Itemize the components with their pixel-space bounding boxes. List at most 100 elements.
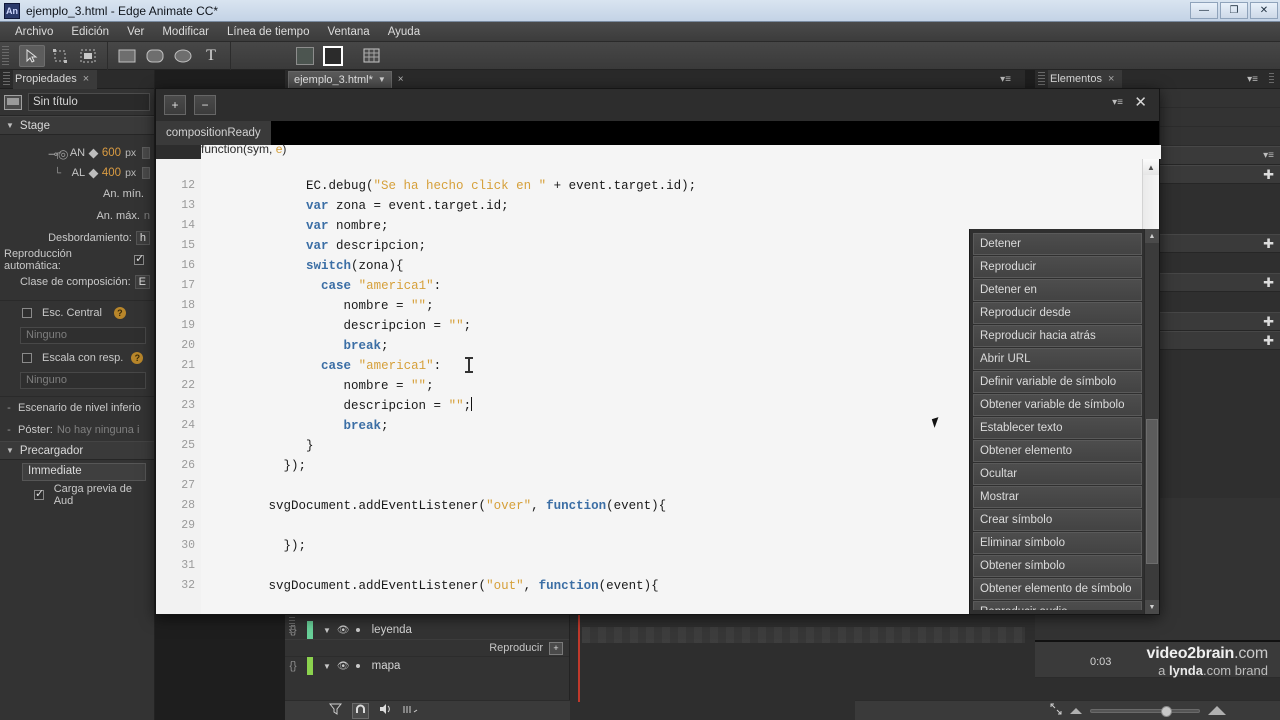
scroll-up-arrow-icon[interactable]: ▲	[1143, 159, 1159, 175]
composition-title-field[interactable]: Sin título	[28, 93, 150, 111]
height-value[interactable]: 400	[102, 167, 121, 179]
playhead[interactable]	[578, 607, 580, 702]
add-action-button[interactable]: +	[164, 95, 186, 115]
action-item[interactable]: Mostrar	[973, 486, 1142, 508]
chevron-down-icon-layer[interactable]: ▼	[323, 626, 331, 635]
section-precargador[interactable]: ▼ Precargador	[0, 441, 154, 460]
eye-icon[interactable]: 👁	[337, 661, 350, 672]
menu-item-ver[interactable]: Ver	[118, 24, 153, 40]
filter-icon[interactable]	[328, 703, 343, 718]
panel-options-icon[interactable]: ▾≡	[1000, 74, 1011, 85]
close-button[interactable]: ✕	[1250, 2, 1278, 19]
braces-icon[interactable]: {}	[285, 660, 301, 672]
grid-icon[interactable]	[403, 704, 419, 718]
panel-grip[interactable]	[3, 72, 10, 86]
poster-row[interactable]: - Póster: No hay ninguna i	[0, 419, 154, 441]
height-toggle-icon[interactable]	[88, 168, 99, 178]
magnet-icon[interactable]	[352, 702, 369, 719]
action-item[interactable]: Detener en	[973, 279, 1142, 301]
selection-tool-button[interactable]	[19, 44, 45, 67]
tab-ejemplo-3-html[interactable]: ejemplo_3.html* ▼	[288, 70, 392, 89]
max-width-value[interactable]: n	[144, 210, 150, 222]
add-icon-5[interactable]: ✚	[1263, 334, 1274, 347]
action-item[interactable]: Reproducir	[973, 256, 1142, 278]
menu-item-ventana[interactable]: Ventana	[318, 24, 378, 40]
tab-propiedades[interactable]: Propiedades ×	[13, 69, 98, 89]
action-item[interactable]: Establecer texto	[973, 417, 1142, 439]
code-line[interactable]: EC.debug("Se ha hecho click en " + event…	[201, 176, 1159, 196]
timeline-layer-row[interactable]: {} ▼ 👁 mapa	[285, 657, 569, 675]
action-item[interactable]: Abrir URL	[973, 348, 1142, 370]
elements-panel-options-icon[interactable]: ▾≡	[1247, 74, 1258, 85]
menu-item-ayuda[interactable]: Ayuda	[379, 24, 429, 40]
fit-screen-icon[interactable]	[1050, 702, 1062, 720]
sound-icon[interactable]	[379, 703, 393, 718]
lock-dot-icon[interactable]	[355, 628, 360, 632]
add-icon-3[interactable]: ✚	[1263, 276, 1274, 289]
autoplay-checkbox[interactable]	[134, 252, 144, 265]
timeline-right-track[interactable]	[1035, 678, 1280, 700]
down-level-stage-row[interactable]: - Escenario de nivel inferio	[0, 397, 154, 419]
preloader-select[interactable]: Immediate	[22, 463, 146, 481]
actions-scroll-down-icon[interactable]: ▼	[1145, 600, 1159, 614]
action-item[interactable]: Obtener elemento de símbolo	[973, 578, 1142, 600]
grid-tool-button[interactable]	[358, 45, 384, 67]
section-stage[interactable]: ▼ Stage	[0, 116, 154, 135]
action-item[interactable]: Detener	[973, 233, 1142, 255]
add-icon-2[interactable]: ✚	[1263, 237, 1274, 250]
action-item[interactable]: Reproducir desde	[973, 302, 1142, 324]
zoom-out-icon[interactable]	[1070, 707, 1082, 714]
minimize-button[interactable]: —	[1190, 2, 1218, 19]
overflow-value[interactable]: h	[135, 231, 150, 245]
action-item[interactable]: Obtener elemento	[973, 440, 1142, 462]
actions-scrollbar[interactable]: ▲ ▼	[1144, 229, 1159, 614]
tab-close-icon[interactable]: ×	[398, 74, 404, 85]
timeline-layer-row[interactable]: {}▼👁leyenda	[285, 621, 569, 639]
width-unit-dropdown[interactable]	[142, 147, 150, 159]
height-unit-dropdown[interactable]	[142, 167, 150, 179]
fill-color-swatch[interactable]	[320, 45, 346, 67]
action-item[interactable]: Ocultar	[973, 463, 1142, 485]
zoom-in-icon[interactable]	[1208, 706, 1226, 715]
responsive-scale-checkbox[interactable]	[22, 353, 32, 363]
maximize-button[interactable]: ❐	[1220, 2, 1248, 19]
rounded-rectangle-tool-button[interactable]	[142, 45, 168, 67]
action-item[interactable]: Eliminar símbolo	[973, 532, 1142, 554]
add-icon-1[interactable]: ✚	[1263, 168, 1274, 181]
center-stage-checkbox[interactable]	[22, 308, 32, 318]
action-item[interactable]: Reproducir hacia atrás	[973, 325, 1142, 347]
center-stage-select[interactable]: Ninguno	[20, 327, 146, 344]
timeline-keyframe-row[interactable]: Reproducir +	[285, 639, 569, 657]
timeline-track-area[interactable]	[570, 607, 1280, 720]
action-item[interactable]: Obtener símbolo	[973, 555, 1142, 577]
add-keyframe-icon[interactable]: +	[549, 641, 563, 655]
action-item[interactable]: Reproducir audio	[973, 601, 1142, 610]
width-toggle-icon[interactable]	[88, 148, 99, 158]
link-dimensions-icon[interactable]: ⊸◎	[48, 147, 69, 161]
stroke-color-swatch[interactable]	[292, 45, 318, 67]
eye-icon[interactable]: 👁	[337, 625, 350, 636]
keyframe-band[interactable]	[582, 627, 1025, 643]
transform-tool-button[interactable]	[47, 45, 73, 67]
help-icon-2[interactable]: ?	[131, 352, 144, 364]
remove-action-button[interactable]: −	[194, 95, 216, 115]
width-value[interactable]: 600	[102, 147, 121, 159]
code-line[interactable]: var zona = event.target.id;	[201, 196, 1159, 216]
tab-elementos[interactable]: Elementos ×	[1048, 69, 1123, 89]
clip-tool-button[interactable]	[75, 45, 101, 67]
action-item[interactable]: Crear símbolo	[973, 509, 1142, 531]
chevron-down-icon-layer[interactable]: ▼	[323, 662, 331, 671]
text-tool-button[interactable]: T	[198, 45, 224, 67]
help-icon[interactable]: ?	[113, 307, 126, 319]
close-icon[interactable]: ×	[83, 73, 89, 85]
preload-audio-checkbox[interactable]	[34, 487, 44, 500]
actions-scroll-up-icon[interactable]: ▲	[1145, 229, 1159, 243]
action-item[interactable]: Definir variable de símbolo	[973, 371, 1142, 393]
code-window-options-icon[interactable]: ▾≡	[1112, 97, 1123, 108]
code-window-close-icon[interactable]: ✕	[1134, 93, 1147, 111]
toolbar-grip[interactable]	[2, 45, 9, 66]
elements-panel-grip[interactable]	[1038, 72, 1045, 86]
menu-item-modificar[interactable]: Modificar	[153, 24, 218, 40]
height-unit[interactable]: px	[125, 167, 136, 179]
zoom-slider-knob[interactable]	[1161, 705, 1172, 717]
